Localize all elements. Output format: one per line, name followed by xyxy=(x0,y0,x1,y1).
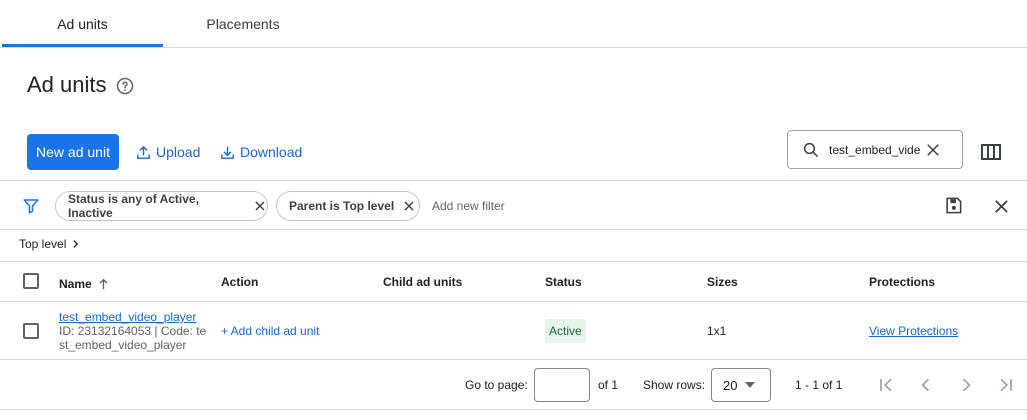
row-name-cell: test_embed_video_player ID: 23132164053 … xyxy=(59,310,209,352)
remove-filter-icon[interactable] xyxy=(253,199,267,213)
upload-icon xyxy=(137,145,150,159)
page-number-input[interactable] xyxy=(534,368,590,402)
filter-chip-label: Parent is Top level xyxy=(289,199,395,213)
pagination-bar: Go to page: of 1 Show rows: 20 1 - 1 of … xyxy=(0,360,1027,410)
column-settings-icon[interactable] xyxy=(981,143,1001,161)
filter-chip-parent[interactable]: Parent is Top level xyxy=(276,191,420,221)
next-page-icon[interactable] xyxy=(956,375,976,395)
page-count-label: of 1 xyxy=(598,378,619,392)
sort-ascending-icon xyxy=(99,278,108,290)
save-icon[interactable] xyxy=(944,196,963,215)
column-header-status[interactable]: Status xyxy=(545,275,582,289)
filter-icon[interactable] xyxy=(22,197,40,215)
download-icon xyxy=(221,146,234,159)
column-header-sizes: Sizes xyxy=(707,275,738,289)
previous-page-icon[interactable] xyxy=(916,375,936,395)
status-badge: Active xyxy=(545,319,586,343)
close-icon[interactable] xyxy=(993,198,1010,215)
chevron-right-icon xyxy=(73,240,79,248)
column-header-child-ad-units: Child ad units xyxy=(383,275,463,289)
breadcrumb-item[interactable]: Top level xyxy=(19,237,66,251)
rows-per-page-value: 20 xyxy=(723,377,738,393)
go-to-page-label: Go to page: xyxy=(465,378,528,392)
new-ad-unit-button[interactable]: New ad unit xyxy=(27,134,119,170)
filter-chip-status[interactable]: Status is any of Active, Inactive xyxy=(55,191,268,221)
search-icon xyxy=(803,142,819,157)
download-button[interactable]: Download xyxy=(219,141,302,163)
add-filter-link[interactable]: Add new filter xyxy=(432,199,505,213)
show-rows-label: Show rows: xyxy=(643,378,706,392)
select-all-checkbox[interactable] xyxy=(23,273,39,289)
view-protections-link[interactable]: View Protections xyxy=(869,324,958,338)
row-checkbox[interactable] xyxy=(23,323,39,339)
ad-unit-meta: ID: 23132164053 | Code: test_embed_video… xyxy=(59,324,207,352)
ad-unit-name-link[interactable]: test_embed_video_player xyxy=(59,310,209,324)
table-header: Name Action Child ad units Status Sizes … xyxy=(0,261,1027,302)
page-title: Ad units xyxy=(27,72,107,97)
upload-button[interactable]: Upload xyxy=(135,141,200,163)
tab-ad-units[interactable]: Ad units xyxy=(2,0,163,47)
remove-filter-icon[interactable] xyxy=(402,199,416,213)
dropdown-arrow-icon xyxy=(745,382,756,388)
page-range-label: 1 - 1 of 1 xyxy=(795,378,843,392)
filter-chip-label: Status is any of Active, Inactive xyxy=(68,192,199,220)
help-icon[interactable] xyxy=(116,77,134,95)
search-value: test_embed_video_player xyxy=(829,142,921,157)
column-header-name[interactable]: Name xyxy=(59,277,109,291)
add-child-ad-unit-link[interactable]: + Add child ad unit xyxy=(221,324,319,338)
tab-bar: Ad units Placements xyxy=(0,0,1027,48)
first-page-icon[interactable] xyxy=(876,375,896,395)
download-label: Download xyxy=(240,144,303,160)
rows-per-page-select[interactable]: 20 xyxy=(711,368,771,402)
filter-bar: Status is any of Active, Inactive Parent… xyxy=(0,180,1027,230)
column-header-protections: Protections xyxy=(869,275,936,289)
sizes-value: 1x1 xyxy=(707,324,727,338)
last-page-icon[interactable] xyxy=(996,375,1016,395)
column-header-name-label: Name xyxy=(59,277,92,291)
breadcrumb[interactable]: Top level xyxy=(19,237,80,251)
active-tab-indicator xyxy=(2,44,163,47)
clear-search-icon[interactable] xyxy=(924,141,942,159)
table-row: test_embed_video_player ID: 23132164053 … xyxy=(0,302,1027,360)
column-header-action: Action xyxy=(221,275,259,289)
tab-placements[interactable]: Placements xyxy=(163,0,323,47)
search-input[interactable]: test_embed_video_player xyxy=(787,130,963,169)
upload-label: Upload xyxy=(156,144,201,160)
